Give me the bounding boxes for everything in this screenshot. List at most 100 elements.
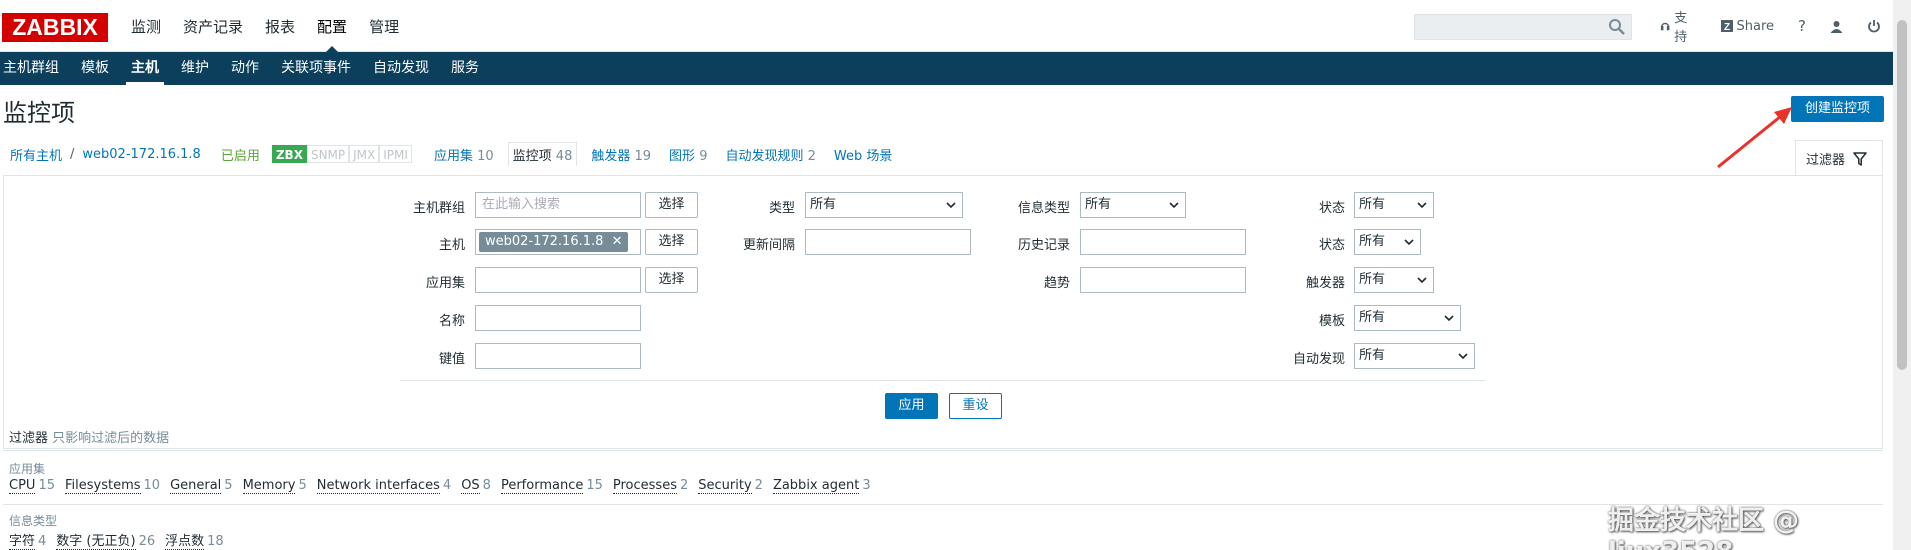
application-select-button[interactable]: 选择: [645, 267, 698, 293]
tab-label: 应用集: [433, 148, 473, 164]
state-select[interactable]: 所有: [1354, 192, 1434, 218]
nav-configuration[interactable]: 配置: [306, 0, 358, 52]
trend-input[interactable]: [1080, 267, 1246, 293]
subfilter-app-item[interactable]: Zabbix agent 3: [772, 478, 871, 494]
status-label: 状态: [1318, 238, 1345, 253]
tab-graphs[interactable]: 图形 9: [665, 143, 711, 166]
triggers-select[interactable]: 所有: [1354, 267, 1434, 293]
name-input[interactable]: [475, 305, 641, 331]
share-logo-icon: Z: [1720, 20, 1733, 32]
subfilter-item-count: 2: [754, 478, 763, 493]
subnav-correlation[interactable]: 关联项事件: [270, 52, 362, 85]
subfilter-item-count: 8: [482, 478, 491, 493]
subnav-services[interactable]: 服务: [440, 52, 490, 85]
host-status-enabled[interactable]: 已启用: [221, 145, 260, 164]
application-input[interactable]: [475, 267, 641, 293]
filter-toggle-tab[interactable]: 过滤器: [1795, 140, 1883, 176]
breadcrumb-all-hosts[interactable]: 所有主机: [10, 145, 62, 164]
apply-filter-button[interactable]: 应用: [885, 393, 938, 419]
trend-label: 趋势: [1043, 276, 1070, 291]
tab-label: 监控项: [512, 149, 552, 164]
host-chip[interactable]: web02-172.16.1.8 ✕: [479, 232, 629, 252]
update-interval-label: 更新间隔: [742, 238, 795, 253]
jmx-availability-badge: JMX: [349, 145, 380, 163]
host-group-label: 主机群组: [412, 201, 465, 216]
subfilter-type-item[interactable]: 数字 (无正负) 26: [56, 530, 155, 550]
search-icon[interactable]: [1608, 18, 1626, 36]
subfilter-item-name: 字符: [9, 534, 36, 550]
type-select-value: 所有: [810, 197, 837, 212]
page-title: 监控项: [3, 99, 75, 127]
tab-applications[interactable]: 应用集 10: [430, 143, 498, 166]
subnav-actions[interactable]: 动作: [220, 52, 270, 85]
subfilter-app-item[interactable]: Network interfaces 4: [316, 478, 451, 494]
subnav-host-groups[interactable]: 主机群组: [0, 52, 70, 85]
headset-icon: [1660, 22, 1670, 31]
scrollbar-thumb[interactable]: [1897, 20, 1907, 370]
tab-discovery-rules[interactable]: 自动发现规则 2: [721, 143, 819, 166]
support-link[interactable]: 支持: [1648, 7, 1709, 45]
zabbix-logo[interactable]: ZABBIX: [2, 13, 108, 42]
subfilter-section: [3, 450, 1883, 550]
page-scrollbar[interactable]: [1893, 0, 1911, 550]
share-link[interactable]: Z Share: [1709, 19, 1787, 34]
subfilter-app-item[interactable]: CPU 15: [9, 478, 55, 494]
sign-out-button[interactable]: [1855, 19, 1893, 33]
subfilter-app-item[interactable]: General 5: [170, 478, 233, 494]
discovery-select-value: 所有: [1359, 348, 1386, 363]
share-label: Share: [1736, 18, 1775, 34]
tab-items[interactable]: 监控项 48: [507, 142, 578, 166]
breadcrumb-host[interactable]: web02-172.16.1.8: [82, 147, 200, 162]
subnav-hosts[interactable]: 主机: [120, 52, 170, 85]
top-header: ZABBIX 监测 资产记录 报表 配置 管理 支持 Z Share ?: [0, 0, 1893, 52]
watermark: 掘金技术社区 @ liux3528: [1608, 506, 1800, 550]
filter-divider: [400, 380, 1485, 381]
subnav-discovery[interactable]: 自动发现: [362, 52, 440, 85]
subfilter-type-item[interactable]: 字符 4: [9, 530, 46, 550]
nav-administration[interactable]: 管理: [358, 0, 410, 52]
global-search-input[interactable]: [1414, 14, 1632, 40]
host-group-select-button[interactable]: 选择: [645, 192, 698, 218]
nav-monitoring[interactable]: 监测: [120, 0, 172, 52]
triggers-label: 触发器: [1305, 276, 1345, 291]
state-select-value: 所有: [1359, 197, 1386, 212]
subfilter-app-item[interactable]: Performance 15: [500, 478, 603, 494]
status-select[interactable]: 所有: [1354, 229, 1421, 255]
subfilter-item-count: 5: [224, 478, 233, 493]
subnav-maintenance[interactable]: 维护: [170, 52, 220, 85]
host-group-input[interactable]: 在此输入搜索: [475, 192, 641, 218]
nav-reports[interactable]: 报表: [254, 0, 306, 52]
sub-nav: 主机群组 模板 主机 维护 动作 关联项事件 自动发现 服务: [0, 52, 1893, 85]
subfilter-item-name: Network interfaces: [316, 478, 440, 494]
subfilter-type-item[interactable]: 浮点数 18: [165, 530, 224, 550]
remove-chip-icon[interactable]: ✕: [612, 234, 623, 249]
template-label: 模板: [1318, 314, 1345, 329]
chevron-down-icon: [946, 202, 956, 209]
info-type-select[interactable]: 所有: [1080, 192, 1186, 218]
host-select-button[interactable]: 选择: [645, 229, 698, 255]
template-select[interactable]: 所有: [1354, 305, 1461, 331]
create-item-button[interactable]: 创建监控项: [1791, 96, 1884, 122]
history-input[interactable]: [1080, 229, 1246, 255]
subnav-templates[interactable]: 模板: [70, 52, 120, 85]
tab-triggers[interactable]: 触发器 19: [587, 143, 655, 166]
tab-web-scenarios[interactable]: Web 场景: [830, 143, 896, 166]
help-button[interactable]: ?: [1786, 17, 1818, 35]
subfilter-app-item[interactable]: Memory 5: [242, 478, 307, 494]
subfilter-apps-title: 应用集: [9, 462, 46, 476]
subfilter-app-item[interactable]: OS 8: [461, 478, 491, 494]
subfilter-item-name: CPU: [9, 478, 36, 494]
subfilter-app-item[interactable]: Processes 2: [612, 478, 688, 494]
tab-label: 自动发现规则: [725, 148, 804, 164]
discovery-select[interactable]: 所有: [1354, 343, 1475, 369]
update-interval-input[interactable]: [805, 229, 971, 255]
nav-inventory[interactable]: 资产记录: [172, 0, 254, 52]
type-select[interactable]: 所有: [805, 192, 963, 218]
user-profile-button[interactable]: [1818, 20, 1855, 33]
subfilter-app-item[interactable]: Filesystems 10: [64, 478, 160, 494]
type-label: 类型: [768, 201, 795, 216]
subfilter-app-item[interactable]: Security 2: [698, 478, 763, 494]
key-input[interactable]: [475, 343, 641, 369]
chevron-down-icon: [1404, 239, 1414, 246]
reset-filter-button[interactable]: 重设: [949, 393, 1002, 419]
